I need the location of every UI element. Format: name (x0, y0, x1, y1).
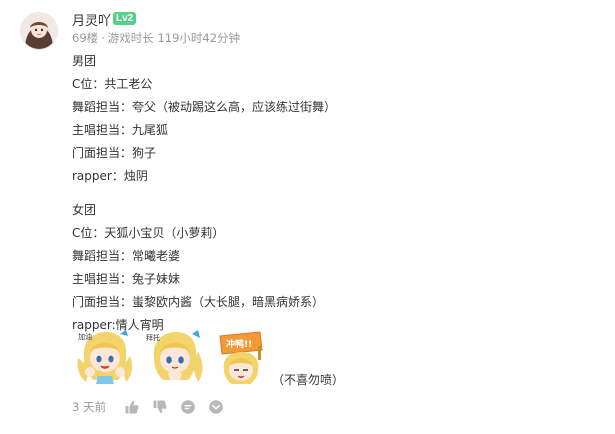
female-group-line: 主唱担当：兔子妹妹 (72, 272, 181, 286)
female-group-line: C位：天狐小宝贝（小萝莉） (72, 226, 225, 240)
meta-separator: · (101, 31, 105, 45)
sticker-charge-text: 冲鸭!! (226, 338, 252, 350)
female-group-line: 门面担当：蚩黎欧内酱（大长腿，暗黑病娇系） (72, 295, 325, 309)
sticker-please[interactable]: 拜托 (142, 328, 206, 390)
more-icon[interactable] (208, 399, 224, 415)
male-group-line: C位：共工老公 (72, 77, 153, 91)
female-group-title: 女团 (72, 203, 97, 217)
male-group-line: 舞蹈担当：夸父（被动踢这么高，应该练过街舞） (72, 100, 337, 114)
sticker-please-text: 拜托 (146, 333, 160, 342)
thumb-down-icon[interactable] (152, 399, 168, 415)
male-group-line: rapper：烛阴 (72, 169, 148, 183)
post-footer: 3 天前 (72, 399, 272, 415)
sticker-cheer-text: 加油 (78, 332, 92, 341)
male-group-title: 男团 (72, 54, 97, 68)
sticker-charge[interactable]: 冲鸭!! (212, 328, 270, 390)
username[interactable]: 月灵吖 (72, 10, 111, 29)
floor-number: 69楼 (72, 31, 99, 45)
male-group-line: 门面担当：狗子 (72, 146, 157, 160)
comment-icon[interactable] (180, 399, 196, 415)
female-group-line: 舞蹈担当：常曦老婆 (72, 249, 181, 263)
post-meta: 69楼 · 游戏时长 119小时42分钟 (72, 30, 240, 46)
sticker-note: （不喜勿喷） (272, 373, 345, 387)
male-group-line: 主唱担当：九尾狐 (72, 123, 169, 137)
avatar[interactable] (20, 12, 58, 50)
sticker-cheer[interactable]: 加油 (74, 328, 136, 390)
thumb-up-icon[interactable] (124, 399, 140, 415)
level-badge: Lv2 (113, 12, 137, 25)
post-time: 3 天前 (72, 400, 106, 414)
play-time: 游戏时长 119小时42分钟 (107, 31, 241, 45)
